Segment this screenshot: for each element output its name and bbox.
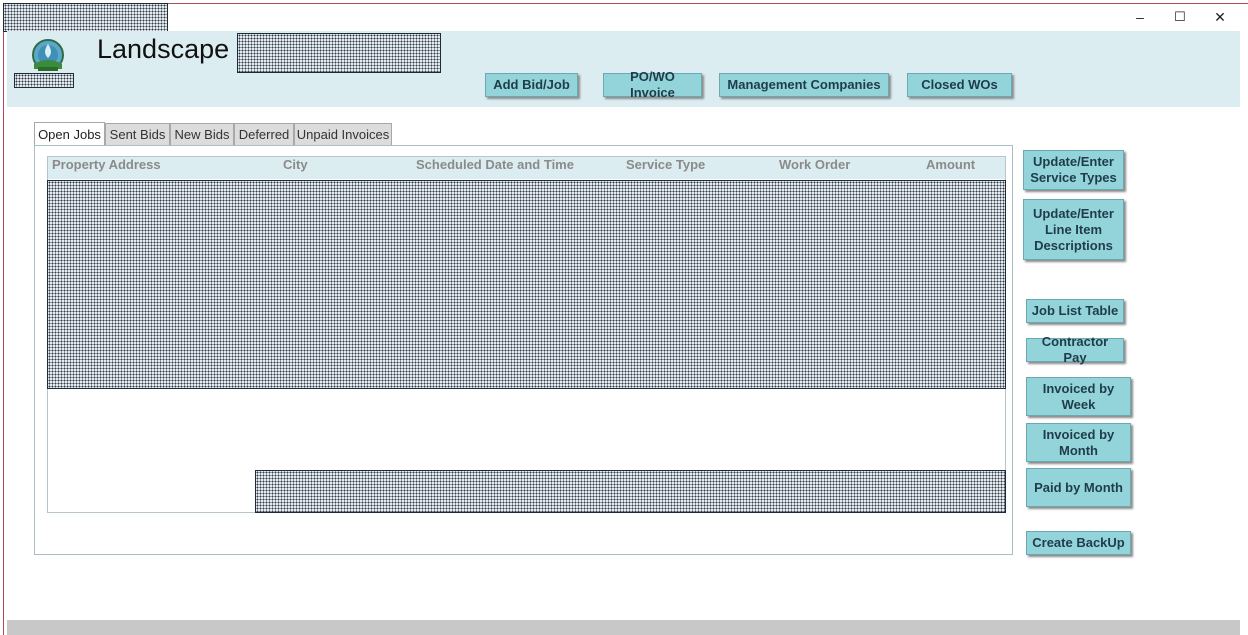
update-line-item-descriptions-button[interactable]: Update/Enter Line Item Descriptions xyxy=(1023,199,1124,260)
update-service-types-button[interactable]: Update/Enter Service Types xyxy=(1023,150,1124,190)
company-logo-icon xyxy=(32,39,64,71)
job-rows-redacted xyxy=(47,180,1006,389)
job-list-table-button[interactable]: Job List Table xyxy=(1026,299,1124,323)
logo-caption-redacted xyxy=(14,73,74,88)
list-footer-redacted xyxy=(255,470,1006,513)
create-backup-button[interactable]: Create BackUp xyxy=(1026,531,1131,555)
tab-unpaid-invoices[interactable]: Unpaid Invoices xyxy=(294,123,392,145)
window-frame-top xyxy=(3,3,1248,4)
title-suffix-redacted xyxy=(237,33,441,73)
tab-sent-bids[interactable]: Sent Bids xyxy=(105,123,170,145)
maximize-button[interactable]: ☐ xyxy=(1160,5,1200,29)
column-header-work-order: Work Order xyxy=(779,157,851,172)
column-header-scheduled-date: Scheduled Date and Time xyxy=(416,157,574,172)
minimize-button[interactable]: – xyxy=(1120,5,1160,29)
tab-deferred[interactable]: Deferred xyxy=(234,123,294,145)
management-companies-button[interactable]: Management Companies xyxy=(719,73,889,97)
status-bar xyxy=(7,620,1240,635)
contractor-pay-button[interactable]: Contractor Pay xyxy=(1026,334,1124,365)
window-title-redacted xyxy=(3,3,168,32)
column-header-city: City xyxy=(283,157,308,172)
closed-wos-button[interactable]: Closed WOs xyxy=(907,73,1012,97)
tab-open-jobs[interactable]: Open Jobs xyxy=(34,122,105,146)
paid-by-month-button[interactable]: Paid by Month xyxy=(1026,468,1131,507)
invoiced-by-month-button[interactable]: Invoiced by Month xyxy=(1026,423,1131,462)
column-header-amount: Amount xyxy=(926,157,976,172)
tab-new-bids[interactable]: New Bids xyxy=(170,123,234,145)
column-header-service-type: Service Type xyxy=(626,157,706,172)
close-button[interactable]: ✕ xyxy=(1200,5,1240,29)
add-bid-job-button[interactable]: Add Bid/Job xyxy=(485,73,578,97)
po-wo-invoice-button[interactable]: PO/WO Invoice xyxy=(603,69,702,100)
app-title: Landscape xyxy=(97,34,230,64)
window-frame-left xyxy=(3,3,4,635)
column-header-property-address: Property Address xyxy=(52,157,161,172)
invoiced-by-week-button[interactable]: Invoiced by Week xyxy=(1026,377,1131,416)
